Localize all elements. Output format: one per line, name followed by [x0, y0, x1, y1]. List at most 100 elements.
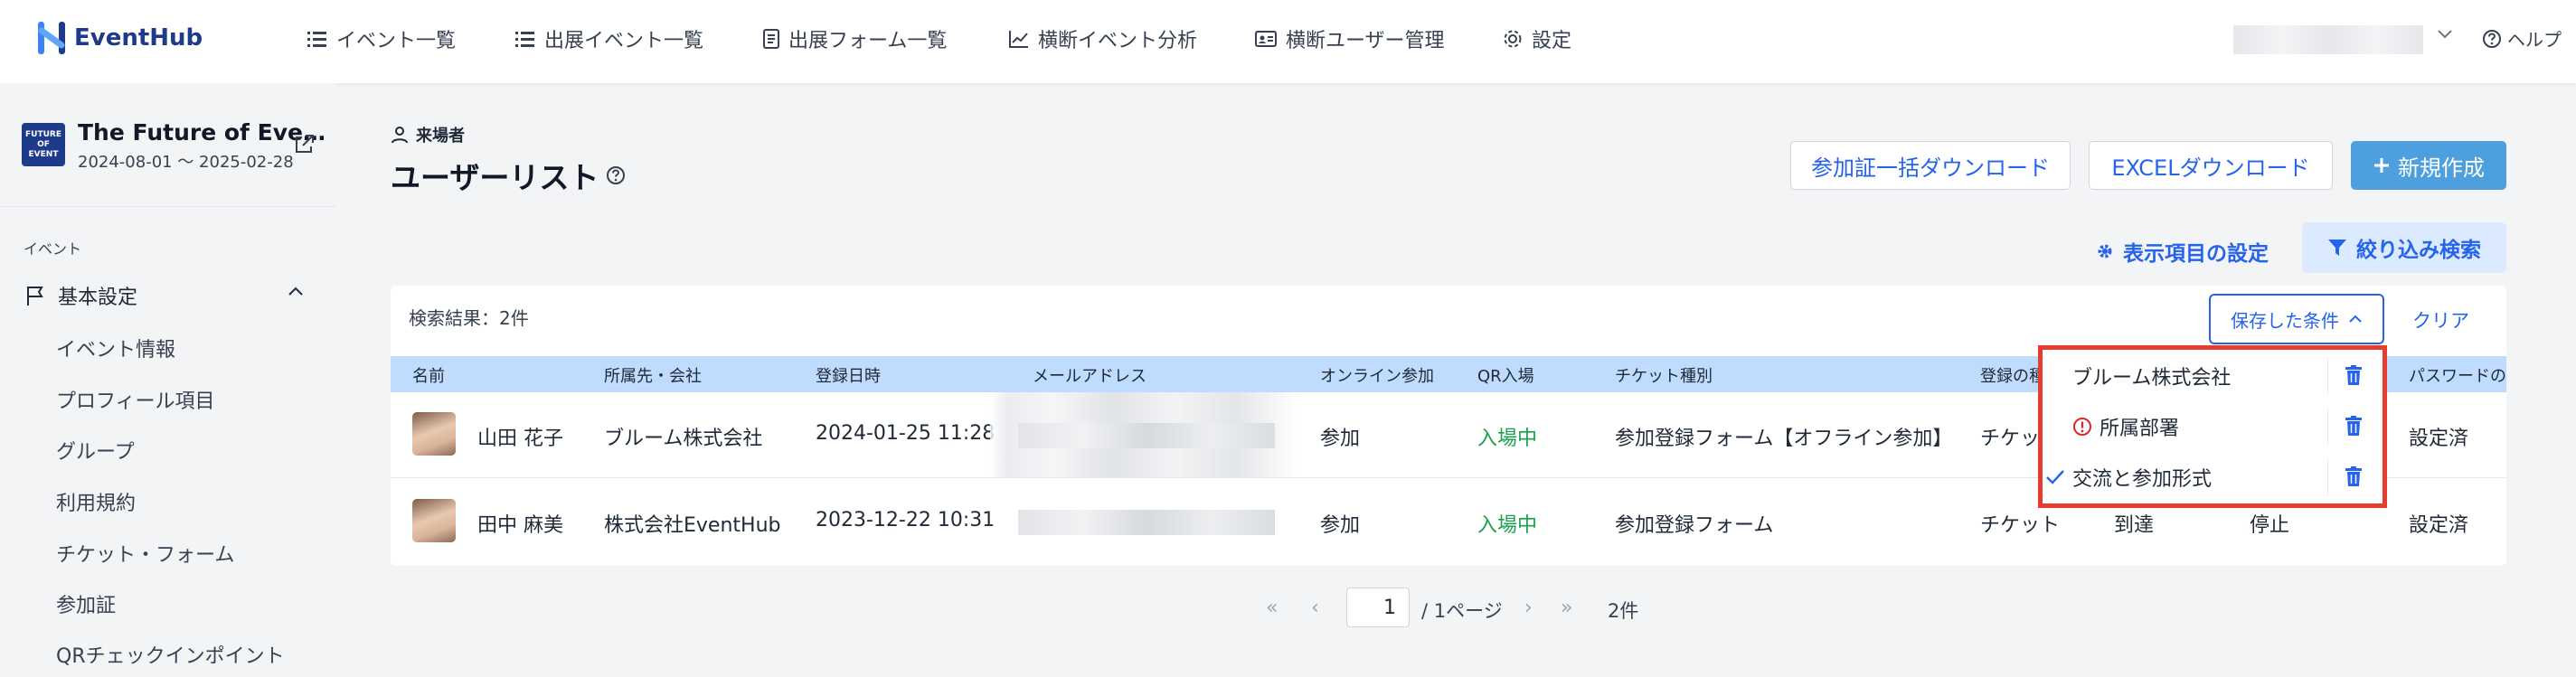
list-icon	[515, 32, 534, 47]
page-title: ユーザーリスト	[391, 154, 626, 197]
sidebar-item-terms[interactable]: 利用規約	[56, 487, 136, 516]
event-title: The Future of Eve…	[78, 119, 326, 146]
gear-icon	[1504, 30, 1522, 48]
page-total: / 1ページ	[1421, 600, 1503, 622]
nav-label: 出展フォーム一覧	[788, 30, 948, 52]
nav-cross-user-management[interactable]: 横断ユーザー管理	[1255, 24, 1445, 54]
column-header-company[interactable]: 所属先・会社	[604, 363, 702, 387]
dropdown-separator	[2327, 409, 2328, 445]
sidebar-divider	[0, 206, 336, 207]
sidebar-item-profile-fields[interactable]: プロフィール項目	[56, 385, 215, 414]
sidebar-item-participation-card[interactable]: 参加証	[56, 589, 116, 618]
sidebar-item-groups[interactable]: グループ	[56, 436, 135, 465]
nav-exhibit-event-list[interactable]: 出展イベント一覧	[515, 24, 703, 54]
id-card-icon	[1255, 31, 1277, 47]
page-number-input[interactable]: 1	[1346, 588, 1410, 627]
chart-line-icon	[1009, 31, 1028, 48]
trash-icon[interactable]	[2345, 365, 2362, 385]
display-settings-button[interactable]: 表示項目の設定	[2094, 233, 2269, 269]
email-redacted-bar	[1018, 510, 1275, 535]
clear-button[interactable]: クリア	[2412, 306, 2469, 334]
saved-condition-item[interactable]: 所属部署	[2052, 412, 2179, 441]
new-create-label: 新規作成	[2398, 155, 2485, 181]
bulk-download-button[interactable]: 参加証一括ダウンロード	[1790, 141, 2071, 190]
sidebar-item-qr-checkin[interactable]: QRチェックインポイント	[56, 640, 285, 669]
chevron-up-icon[interactable]	[288, 286, 304, 296]
sidebar-item-ticket-form[interactable]: チケット・フォーム	[56, 539, 234, 568]
excel-download-button[interactable]: EXCELダウンロード	[2089, 141, 2333, 190]
trash-icon[interactable]	[2345, 466, 2362, 486]
nav-label: 横断イベント分析	[1038, 30, 1198, 52]
avatar	[412, 412, 456, 456]
list-icon	[307, 32, 326, 47]
cell-company: 株式会社EventHub	[604, 514, 781, 537]
external-link-icon[interactable]	[293, 134, 315, 155]
prev-page-icon[interactable]: ‹	[1311, 597, 1319, 619]
cell-password: 設定済	[2409, 514, 2469, 537]
filter-icon	[2328, 240, 2346, 256]
breadcrumb-label: 来場者	[416, 127, 465, 146]
nav-settings[interactable]: 設定	[1503, 24, 1571, 54]
saved-condition-label: 所属部署	[2099, 418, 2180, 440]
trash-icon[interactable]	[2345, 416, 2362, 436]
saved-condition-item[interactable]: ブルーム株式会社	[2052, 362, 2231, 390]
help-label: ヘルプ	[2507, 29, 2562, 51]
column-header-qr-entry[interactable]: QR入場	[1477, 363, 1534, 387]
sidebar-item-event-info[interactable]: イベント情報	[56, 334, 175, 362]
next-page-icon[interactable]: ›	[1524, 597, 1533, 619]
new-create-button[interactable]: 新規作成	[2351, 141, 2506, 190]
question-circle-icon[interactable]	[606, 165, 626, 185]
logo-text: EventHub	[74, 24, 203, 52]
column-header-email[interactable]: メールアドレス	[1033, 363, 1146, 387]
dropdown-separator	[2327, 459, 2328, 495]
sidebar-group-basic-settings[interactable]: 基本設定	[25, 281, 137, 310]
plus-icon	[2374, 158, 2389, 173]
sidebar-group-label: 基本設定	[58, 287, 138, 309]
nav-cross-event-analytics[interactable]: 横断イベント分析	[1009, 24, 1197, 54]
saved-conditions-button[interactable]: 保存した条件	[2209, 294, 2384, 344]
column-header-registration-type[interactable]: 登録の種	[1980, 363, 2045, 387]
eventhub-logo-icon	[38, 22, 65, 54]
cell-online: 参加	[1320, 428, 1361, 450]
logo[interactable]: EventHub	[36, 18, 203, 58]
nav-label: 横断ユーザー管理	[1286, 30, 1445, 52]
chevron-up-icon	[2349, 315, 2362, 323]
cell-qr-entry: 入場中	[1477, 514, 1538, 537]
cell-ticket-type: 参加登録フォーム【オフライン参加】	[1615, 428, 1953, 450]
cell-qr-entry: 入場中	[1477, 428, 1538, 450]
nav-label: 設定	[1532, 30, 1572, 52]
dropdown-separator	[2327, 358, 2328, 394]
nav-exhibit-form-list[interactable]: 出展フォーム一覧	[763, 24, 947, 54]
cell-name[interactable]: 田中 麻美	[477, 509, 563, 538]
column-header-password[interactable]: パスワードの	[2409, 363, 2506, 387]
cell-registered: 2023-12-22 10:31	[816, 509, 995, 531]
cell-registered: 2024-01-25 11:28	[816, 422, 995, 445]
avatar	[412, 499, 456, 542]
cell-status: 停止	[2250, 514, 2290, 537]
column-header-online[interactable]: オンライン参加	[1320, 363, 1434, 387]
user-account-menu[interactable]	[2233, 25, 2423, 54]
email-redacted-bar	[1018, 423, 1275, 448]
result-count: 検索結果：2件	[409, 307, 529, 329]
check-icon	[2046, 470, 2064, 484]
first-page-icon[interactable]: «	[1266, 597, 1278, 619]
nav-event-list[interactable]: イベント一覧	[307, 24, 456, 54]
saved-condition-label: ブルーム株式会社	[2072, 367, 2232, 390]
question-circle-icon	[2483, 29, 2501, 48]
chevron-down-icon[interactable]	[2437, 29, 2453, 40]
help-link[interactable]: ヘルプ	[2482, 25, 2562, 52]
saved-condition-item-selected[interactable]: 交流と参加形式	[2045, 463, 2212, 492]
column-header-name[interactable]: 名前	[412, 363, 445, 387]
nav-label: イベント一覧	[336, 30, 457, 52]
document-icon	[763, 29, 779, 49]
cell-name[interactable]: 山田 花子	[477, 422, 563, 451]
cell-status: 到達	[2114, 514, 2155, 537]
last-page-icon[interactable]: »	[1561, 597, 1572, 619]
cell-password: 設定済	[2409, 428, 2469, 450]
flag-icon	[27, 287, 43, 306]
cell-registration-type: チケット	[1980, 514, 2061, 537]
column-header-registered[interactable]: 登録日時	[816, 363, 881, 387]
filter-search-button[interactable]: 絞り込み検索	[2302, 222, 2506, 273]
column-header-ticket-type[interactable]: チケット種別	[1615, 363, 1713, 387]
cell-online: 参加	[1320, 514, 1361, 537]
